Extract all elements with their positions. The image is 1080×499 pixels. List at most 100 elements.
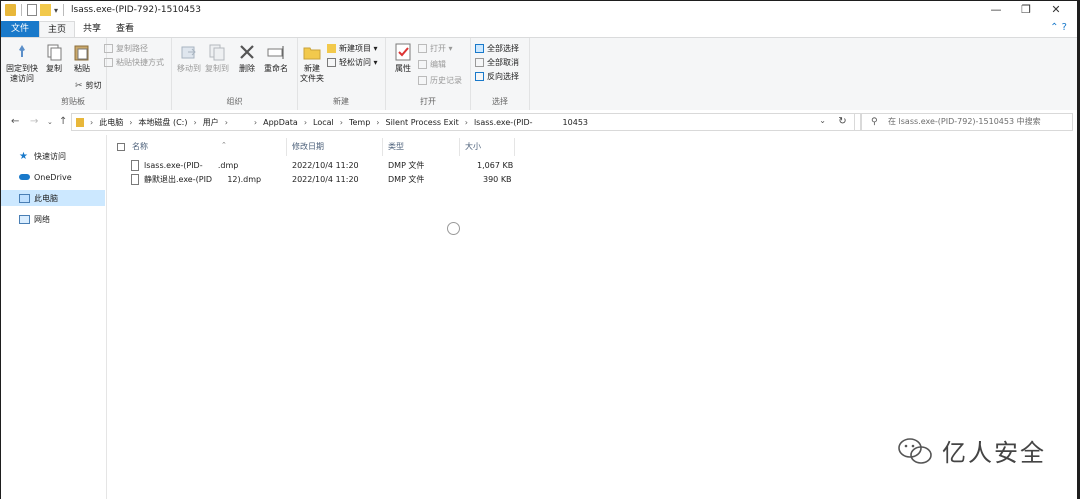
forward-button[interactable]: → [30,116,38,127]
column-header-size[interactable]: 大小 [460,138,515,156]
new-folder-button[interactable]: 新建 文件夹 [299,42,325,84]
select-group-label: 选择 [492,97,508,106]
invert-selection-button[interactable]: 反向选择 [475,71,519,82]
network-icon [19,214,30,224]
tab-home[interactable]: 主页 [39,21,75,37]
address-bar[interactable]: › 此电脑 › 本地磁盘 (C:) › 用户 › › AppData › Loc… [71,113,861,131]
invert-selection-label: 反向选择 [487,72,519,81]
clipboard-group-label: 剪贴板 [61,97,85,106]
pin-label: 固定到快 速访问 [6,64,38,83]
nav-item-onedrive[interactable]: OneDrive [1,169,105,185]
watermark: 亿人安全 [896,433,1046,468]
navigation-pane: ★ 快速访问 OneDrive 此电脑 网络 [1,135,107,499]
breadcrumb-lsass-folder[interactable]: lsass.exe-(PID- [474,118,533,127]
folder-icon [5,4,16,16]
recent-locations-icon[interactable]: ⌄ [47,118,53,126]
select-all-button[interactable]: 全部选择 [475,43,519,54]
pin-quick-access-button[interactable]: 固定到快 速访问 [5,42,39,84]
paste-shortcut-label: 粘贴快捷方式 [116,58,164,67]
back-button[interactable]: ← [11,116,19,127]
breadcrumb-silent-process-exit[interactable]: Silent Process Exit [386,118,459,127]
nav-item-this-pc[interactable]: 此电脑 [1,190,105,206]
copy-label: 复制 [46,64,62,73]
invert-selection-icon [475,72,484,81]
cut-button[interactable]: ✂ 剪切 [75,80,102,91]
easy-access-button[interactable]: 轻松访问 ▾ [327,57,378,68]
open-group-label: 打开 [420,97,436,106]
breadcrumb-local[interactable]: Local [313,118,334,127]
properties-button[interactable]: 属性 [390,42,416,74]
cloud-icon [19,174,30,180]
breadcrumb-separator: › [376,117,380,127]
new-group: 新建 文件夹 新建项目 ▾ 轻松访问 ▾ 新建 [297,38,386,110]
customize-qat-icon[interactable]: ▾ [54,6,58,15]
history-button[interactable]: 历史记录 [418,75,462,86]
easy-access-icon [327,58,336,67]
breadcrumb-separator: › [339,117,343,127]
new-folder-icon [303,47,321,60]
help-icon[interactable]: ⌃ ? [1050,22,1067,33]
organize-group: 移动到 复制到 删除 重命名 组织 [171,38,298,110]
edit-button[interactable]: 编辑 [418,59,446,70]
tab-share[interactable]: 共享 [76,21,108,37]
breadcrumb-appdata[interactable]: AppData [263,118,298,127]
new-folder-icon[interactable] [40,4,51,16]
move-to-icon [181,46,196,59]
nav-item-quick-access[interactable]: ★ 快速访问 [1,148,105,164]
computer-icon [19,193,30,203]
open-button[interactable]: 打开 ▾ [418,43,453,54]
breadcrumb-separator: › [224,117,228,127]
nav-item-label: 快速访问 [34,151,66,161]
move-to-button[interactable]: 移动到 [176,42,202,74]
maximize-button[interactable]: ❐ [1011,3,1041,16]
refresh-button[interactable]: ↻ [831,113,855,131]
divider [63,4,65,16]
breadcrumb-this-pc[interactable]: 此电脑 [99,117,123,128]
table-row[interactable]: 静默退出.exe-(PID 12).dmp 2022/10/4 11:20 DM… [127,173,627,187]
column-header-label: 名称 [132,142,148,151]
delete-label: 删除 [239,64,255,73]
address-dropdown-icon[interactable]: ⌄ [819,116,826,125]
copy-icon [47,44,62,61]
organize-group-label: 组织 [226,97,243,106]
rename-button[interactable]: 重命名 [262,42,290,74]
delete-button[interactable]: 删除 [236,42,258,74]
file-icon [131,160,139,171]
breadcrumb-users[interactable]: 用户 [203,117,219,128]
paste-shortcut-icon [104,58,113,67]
copy-to-icon [209,44,225,61]
minimize-button[interactable]: — [981,3,1011,16]
file-name: lsass.exe-(PID- .dmp [144,161,239,170]
nav-item-label: OneDrive [34,172,72,182]
column-header-modified[interactable]: 修改日期 [287,138,383,156]
copy-to-button[interactable]: 复制到 [204,42,230,74]
breadcrumb-temp[interactable]: Temp [349,118,370,127]
properties-icon[interactable] [27,4,37,16]
select-all-checkbox[interactable] [117,143,125,151]
column-header-name[interactable]: 名称 ⌃ [127,138,287,156]
breadcrumb-separator: › [253,117,258,127]
search-input[interactable]: 在 lsass.exe-(PID-792)-1510453 中搜索 [861,113,1073,131]
table-row[interactable]: lsass.exe-(PID- .dmp 2022/10/4 11:20 DMP… [127,159,627,173]
file-icon [131,174,139,185]
paste-button[interactable]: 粘贴 [69,42,95,74]
select-none-label: 全部取消 [487,58,519,67]
new-item-button[interactable]: 新建项目 ▾ [327,43,378,54]
nav-item-network[interactable]: 网络 [1,211,105,227]
copy-to-label: 复制到 [205,64,229,73]
address-bar-row: ← → ⌄ ↑ › 此电脑 › 本地磁盘 (C:) › 用户 › › AppDa… [1,110,1077,134]
tab-view[interactable]: 查看 [109,21,141,37]
breadcrumb-local-disk[interactable]: 本地磁盘 (C:) [138,117,187,128]
tab-file[interactable]: 文件 [1,21,39,37]
file-type: DMP 文件 [388,175,425,184]
breadcrumb-lsass-folder-suffix[interactable]: 10453 [563,118,588,127]
close-button[interactable]: ✕ [1041,3,1071,16]
paste-shortcut-button[interactable]: 粘贴快捷方式 [104,57,164,68]
column-header-type[interactable]: 类型 [383,138,460,156]
up-button[interactable]: ↑ [59,116,67,127]
copy-path-button[interactable]: 复制路径 [104,43,148,54]
select-group: 全部选择 全部取消 反向选择 选择 [471,38,530,110]
new-item-label: 新建项目 ▾ [339,44,378,53]
copy-button[interactable]: 复制 [41,42,67,74]
select-none-button[interactable]: 全部取消 [475,57,519,68]
